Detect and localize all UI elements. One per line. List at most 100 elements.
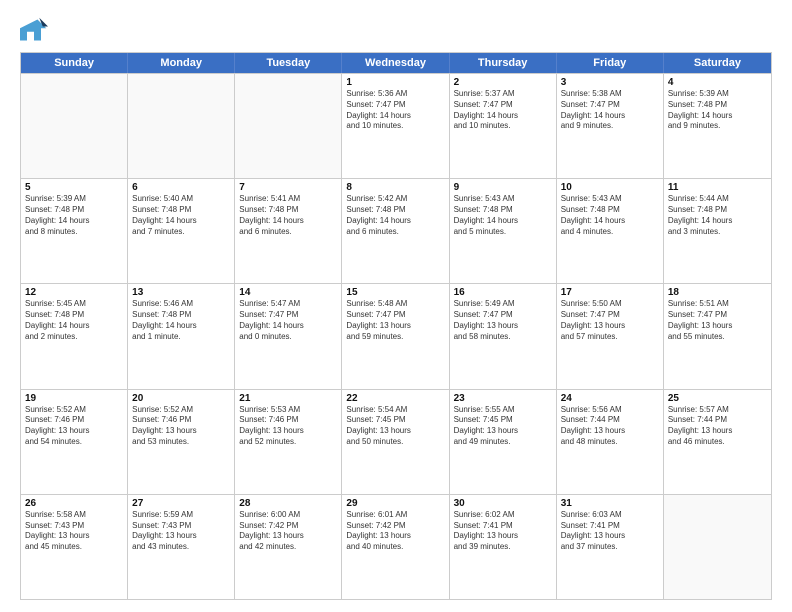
cell-line: Sunset: 7:47 PM — [561, 310, 659, 321]
cell-line: Daylight: 14 hours — [239, 216, 337, 227]
cell-line: Sunrise: 5:50 AM — [561, 299, 659, 310]
day-number: 8 — [346, 182, 444, 193]
cell-line: Daylight: 13 hours — [346, 531, 444, 542]
cell-line: Sunrise: 5:47 AM — [239, 299, 337, 310]
cell-line: and 9 minutes. — [668, 121, 767, 132]
day-number: 25 — [668, 393, 767, 404]
cal-cell: 30Sunrise: 6:02 AMSunset: 7:41 PMDayligh… — [450, 495, 557, 599]
calendar-row-0: 1Sunrise: 5:36 AMSunset: 7:47 PMDaylight… — [21, 73, 771, 178]
cell-line: Daylight: 14 hours — [346, 216, 444, 227]
day-number: 1 — [346, 77, 444, 88]
cell-line: Daylight: 14 hours — [25, 321, 123, 332]
cell-line: Sunset: 7:43 PM — [25, 521, 123, 532]
cell-line: and 2 minutes. — [25, 332, 123, 343]
cell-line: Sunrise: 5:51 AM — [668, 299, 767, 310]
day-number: 5 — [25, 182, 123, 193]
day-number: 22 — [346, 393, 444, 404]
cell-line: Sunrise: 5:44 AM — [668, 194, 767, 205]
cell-line: and 45 minutes. — [25, 542, 123, 553]
cal-cell — [664, 495, 771, 599]
cell-line: Sunrise: 5:49 AM — [454, 299, 552, 310]
day-number: 30 — [454, 498, 552, 509]
cell-line: Daylight: 13 hours — [132, 426, 230, 437]
cell-line: Sunset: 7:47 PM — [239, 310, 337, 321]
cell-line: and 58 minutes. — [454, 332, 552, 343]
cell-line: Sunset: 7:45 PM — [454, 415, 552, 426]
cell-line: Sunrise: 6:01 AM — [346, 510, 444, 521]
header-cell-wednesday: Wednesday — [342, 53, 449, 73]
day-number: 7 — [239, 182, 337, 193]
cell-line: Daylight: 14 hours — [454, 216, 552, 227]
header — [20, 16, 772, 44]
cell-line: and 39 minutes. — [454, 542, 552, 553]
cell-line: and 46 minutes. — [668, 437, 767, 448]
cell-line: Sunset: 7:48 PM — [561, 205, 659, 216]
day-number: 18 — [668, 287, 767, 298]
cell-line: Daylight: 13 hours — [25, 531, 123, 542]
day-number: 28 — [239, 498, 337, 509]
cell-line: Sunset: 7:48 PM — [454, 205, 552, 216]
cell-line: Sunrise: 5:52 AM — [25, 405, 123, 416]
day-number: 21 — [239, 393, 337, 404]
cell-line: Sunrise: 5:54 AM — [346, 405, 444, 416]
header-cell-saturday: Saturday — [664, 53, 771, 73]
cell-line: Sunset: 7:41 PM — [454, 521, 552, 532]
cell-line: and 10 minutes. — [346, 121, 444, 132]
cell-line: Sunset: 7:41 PM — [561, 521, 659, 532]
calendar-row-4: 26Sunrise: 5:58 AMSunset: 7:43 PMDayligh… — [21, 494, 771, 599]
cell-line: Sunset: 7:47 PM — [346, 100, 444, 111]
cal-cell: 18Sunrise: 5:51 AMSunset: 7:47 PMDayligh… — [664, 284, 771, 388]
cell-line: and 6 minutes. — [239, 227, 337, 238]
cell-line: and 40 minutes. — [346, 542, 444, 553]
cal-cell — [235, 74, 342, 178]
day-number: 15 — [346, 287, 444, 298]
logo-icon — [20, 16, 48, 44]
cell-line: Sunset: 7:47 PM — [346, 310, 444, 321]
cell-line: Sunset: 7:42 PM — [346, 521, 444, 532]
cell-line: Sunrise: 5:42 AM — [346, 194, 444, 205]
cell-line: Sunrise: 5:57 AM — [668, 405, 767, 416]
cal-cell — [21, 74, 128, 178]
cell-line: Daylight: 13 hours — [561, 426, 659, 437]
cell-line: and 50 minutes. — [346, 437, 444, 448]
day-number: 12 — [25, 287, 123, 298]
cal-cell: 12Sunrise: 5:45 AMSunset: 7:48 PMDayligh… — [21, 284, 128, 388]
cell-line: Sunset: 7:46 PM — [132, 415, 230, 426]
cell-line: Sunset: 7:46 PM — [25, 415, 123, 426]
cell-line: and 59 minutes. — [346, 332, 444, 343]
cell-line: and 42 minutes. — [239, 542, 337, 553]
cell-line: and 5 minutes. — [454, 227, 552, 238]
cell-line: Sunrise: 5:45 AM — [25, 299, 123, 310]
cell-line: Sunset: 7:43 PM — [132, 521, 230, 532]
day-number: 16 — [454, 287, 552, 298]
cell-line: Sunset: 7:44 PM — [561, 415, 659, 426]
cal-cell: 22Sunrise: 5:54 AMSunset: 7:45 PMDayligh… — [342, 390, 449, 494]
cal-cell: 23Sunrise: 5:55 AMSunset: 7:45 PMDayligh… — [450, 390, 557, 494]
cell-line: Sunrise: 5:37 AM — [454, 89, 552, 100]
cal-cell: 3Sunrise: 5:38 AMSunset: 7:47 PMDaylight… — [557, 74, 664, 178]
cell-line: Sunset: 7:42 PM — [239, 521, 337, 532]
cell-line: Daylight: 13 hours — [25, 426, 123, 437]
calendar: SundayMondayTuesdayWednesdayThursdayFrid… — [20, 52, 772, 600]
header-cell-sunday: Sunday — [21, 53, 128, 73]
cell-line: and 1 minute. — [132, 332, 230, 343]
day-number: 19 — [25, 393, 123, 404]
cal-cell: 5Sunrise: 5:39 AMSunset: 7:48 PMDaylight… — [21, 179, 128, 283]
cell-line: Daylight: 13 hours — [239, 426, 337, 437]
cell-line: Daylight: 13 hours — [346, 321, 444, 332]
cal-cell: 25Sunrise: 5:57 AMSunset: 7:44 PMDayligh… — [664, 390, 771, 494]
cell-line: Sunrise: 5:38 AM — [561, 89, 659, 100]
day-number: 20 — [132, 393, 230, 404]
cal-cell: 2Sunrise: 5:37 AMSunset: 7:47 PMDaylight… — [450, 74, 557, 178]
cell-line: Daylight: 13 hours — [668, 321, 767, 332]
cell-line: and 10 minutes. — [454, 121, 552, 132]
day-number: 27 — [132, 498, 230, 509]
cell-line: Sunrise: 5:41 AM — [239, 194, 337, 205]
day-number: 24 — [561, 393, 659, 404]
cell-line: Sunrise: 6:02 AM — [454, 510, 552, 521]
cell-line: and 3 minutes. — [668, 227, 767, 238]
cell-line: Sunset: 7:48 PM — [668, 100, 767, 111]
cell-line: Sunset: 7:48 PM — [132, 310, 230, 321]
calendar-body: 1Sunrise: 5:36 AMSunset: 7:47 PMDaylight… — [21, 73, 771, 599]
cell-line: and 49 minutes. — [454, 437, 552, 448]
